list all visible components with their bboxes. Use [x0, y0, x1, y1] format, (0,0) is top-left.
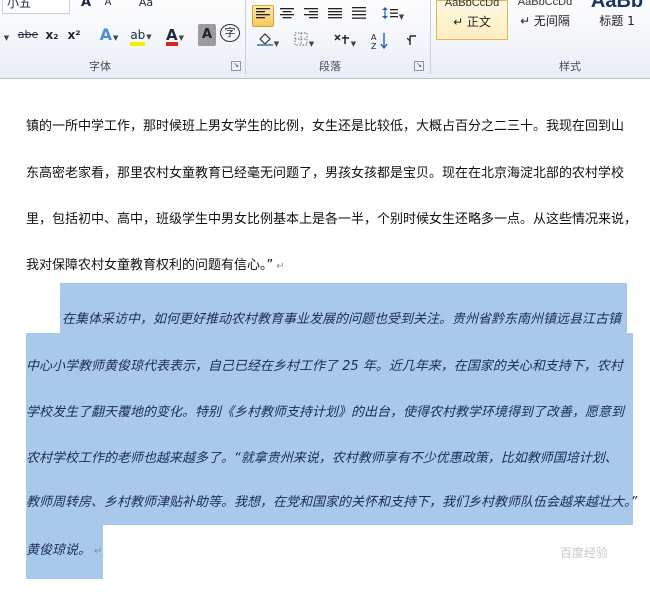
grow-font-button[interactable]: A: [76, 0, 96, 14]
style-normal[interactable]: AaBbCcDd ↵ 正文: [436, 0, 508, 40]
group-divider: [430, 0, 431, 74]
svg-text:A: A: [371, 33, 377, 42]
document-page[interactable]: 镇的一所中学工作，那时候班上男女学生的比例，女生还是比较低，大概占百分之二三十。…: [0, 79, 650, 600]
align-left-icon: [256, 8, 270, 19]
style-sample-text: AaBbCcDd: [517, 0, 573, 8]
paint-bucket-icon: [256, 33, 273, 46]
sort-icon: AZ: [371, 33, 388, 51]
asian-layout-button[interactable]: ▼: [330, 31, 360, 53]
selected-text-line[interactable]: 中心小学教师黄俊琼代表表示，自己已经在乡村工作了 25 年。近几年来，在国家的关…: [26, 355, 623, 374]
style-name: ↵ 正文: [453, 15, 491, 29]
highlighter-icon: ab: [130, 28, 146, 46]
ribbon: 小五 A A Aa ▼ abe x₂ x² A▼ ab▼ A▼ A 字 字体 ↘…: [0, 0, 650, 79]
paragraph-dialog-launcher-icon[interactable]: ↘: [414, 61, 424, 71]
text-line[interactable]: 里，包括初中、高中，班级学生中男女比例基本上是各一半，个别时候女生还略多一点。从…: [26, 208, 637, 227]
line-text: 黄俊琼说。: [26, 543, 92, 558]
selected-text-line[interactable]: 教师周转房、乡村教师津贴补助等。我想，在党和国家的关怀和支持下，我们乡村教师队伍…: [26, 491, 637, 510]
paragraph-mark: ↵: [94, 546, 103, 557]
border-grid-icon: [294, 32, 308, 46]
shrink-font-button[interactable]: A: [98, 0, 118, 14]
selected-text-line[interactable]: 农村学校工作的老师也越来越多了。“就拿贵州来说，农村教师享有不少优惠政策，比如教…: [26, 447, 618, 466]
change-case-button[interactable]: Aa: [132, 0, 160, 14]
style-name: 标题 1: [599, 14, 635, 28]
distributed-icon: [352, 7, 366, 19]
style-sample-text: AaBbCcDd: [444, 0, 500, 9]
watermark: 百度经验: [560, 546, 609, 560]
text-line[interactable]: 镇的一所中学工作，那时候班上男女学生的比例，女生还是比较低，大概占百分之二三十。…: [26, 115, 624, 134]
asian-layout-icon: [334, 34, 349, 44]
font-group-label: 字体: [89, 60, 111, 73]
font-color-icon: A: [166, 26, 178, 46]
paragraph-shading-button[interactable]: ▼: [252, 31, 284, 53]
subscript-button[interactable]: x₂: [42, 24, 62, 46]
align-right-button[interactable]: [300, 5, 322, 27]
line-spacing-button[interactable]: ▼: [378, 5, 408, 27]
show-marks-button[interactable]: [402, 31, 424, 53]
align-right-icon: [304, 8, 318, 19]
paragraph-group-label: 段落: [319, 60, 341, 73]
style-heading-1[interactable]: AaBb 标题 1: [584, 0, 650, 38]
svg-text:Z: Z: [371, 42, 377, 50]
justify-button[interactable]: [324, 5, 346, 27]
styles-group-label: 样式: [559, 60, 581, 73]
selected-text-line[interactable]: 学校发生了翻天覆地的变化。特别《乡村教师支持计划》的出台，使得农村教学环境得到了…: [26, 401, 624, 420]
text-line[interactable]: 东高密老家看，那里农村女童教育已经毫无问题了，男孩女孩都是宝贝。现在在北京海淀北…: [26, 162, 624, 181]
align-left-button[interactable]: [252, 5, 274, 27]
distributed-button[interactable]: [348, 5, 370, 27]
align-center-button[interactable]: [276, 5, 298, 27]
line-text: 我对保障农村女童教育权利的问题有信心。”: [26, 258, 274, 273]
text-effect-button[interactable]: A▼: [94, 24, 124, 46]
style-no-spacing[interactable]: AaBbCcDd ↵ 无间隔: [510, 0, 580, 38]
line-spacing-icon: [381, 7, 398, 19]
borders-button[interactable]: ▼: [288, 31, 320, 53]
paragraph-mark: ↵: [276, 261, 285, 272]
strikethrough-button[interactable]: abe: [16, 24, 40, 46]
text-effect-icon: A: [99, 25, 112, 44]
dropdown-arrow-icon[interactable]: ▼: [0, 26, 12, 48]
font-color-button[interactable]: A▼: [160, 24, 190, 46]
font-size-combo[interactable]: 小五: [2, 0, 70, 14]
char-shading-button[interactable]: A: [198, 24, 216, 46]
font-dialog-launcher-icon[interactable]: ↘: [231, 61, 241, 71]
justify-icon: [328, 8, 342, 19]
enclose-char-button[interactable]: 字: [220, 24, 240, 42]
pilcrow-icon: [406, 35, 416, 45]
style-name: ↵ 无间隔: [520, 14, 570, 28]
group-divider: [245, 0, 246, 74]
text-line[interactable]: 我对保障农村女童教育权利的问题有信心。” ↵: [26, 254, 285, 273]
selected-text-line[interactable]: 在集体采访中，如何更好推动农村教育事业发展的问题也受到关注。贵州省黔东南州镇远县…: [62, 308, 621, 327]
highlight-button[interactable]: ab▼: [126, 24, 156, 46]
sort-button[interactable]: AZ: [368, 31, 392, 53]
selected-text-line[interactable]: 黄俊琼说。 ↵: [26, 539, 102, 558]
font-size-value: 小五: [7, 0, 32, 10]
align-center-icon: [280, 8, 294, 19]
superscript-button[interactable]: x²: [64, 24, 84, 46]
